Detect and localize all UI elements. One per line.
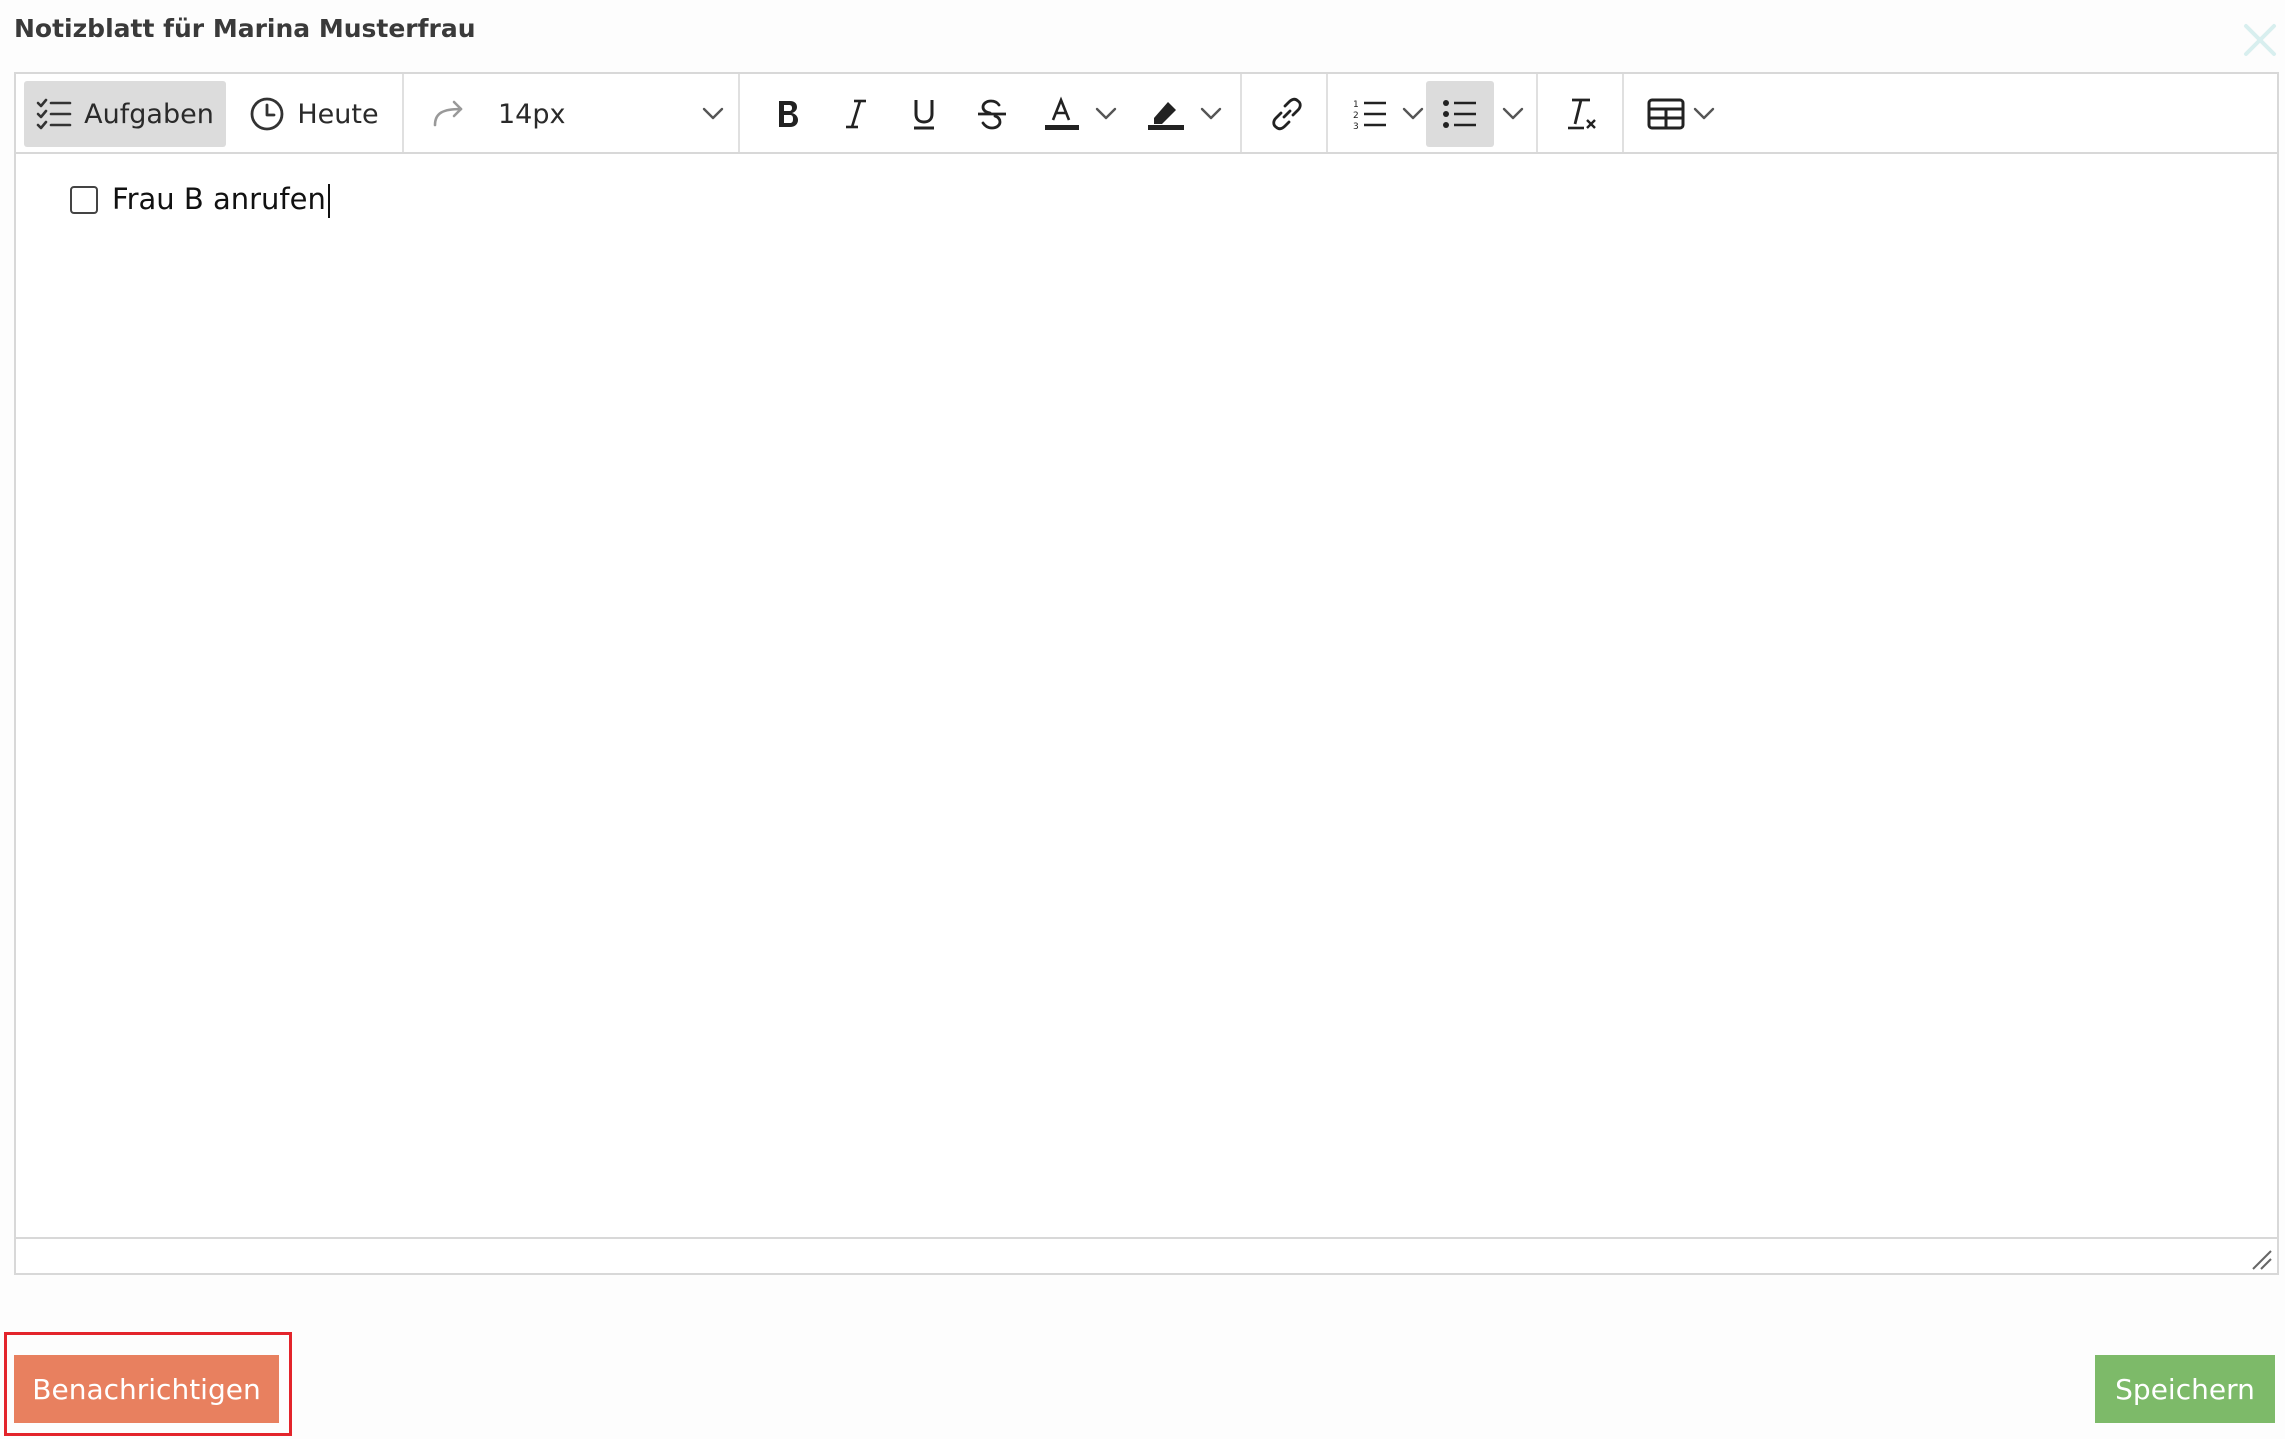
chevron-down-icon (1200, 107, 1222, 121)
chevron-down-icon (1502, 107, 1524, 121)
checklist-icon (36, 97, 72, 131)
font-size-value: 14px (498, 98, 566, 130)
tasks-button[interactable]: Aufgaben (24, 81, 226, 147)
bold-button[interactable] (760, 81, 816, 147)
toolbar-separator (1536, 74, 1538, 152)
highlight-color-button[interactable] (1132, 81, 1236, 147)
save-button[interactable]: Speichern (2095, 1355, 2275, 1423)
bullet-list-dropdown[interactable] (1496, 81, 1530, 147)
italic-icon (844, 98, 868, 130)
underline-button[interactable] (896, 81, 952, 147)
toolbar-separator (738, 74, 740, 152)
dialog-title: Notizblatt für Marina Musterfrau (14, 14, 476, 43)
toolbar-separator (402, 74, 404, 152)
toolbar-separator (1240, 74, 1242, 152)
text-color-button[interactable] (1030, 81, 1130, 147)
today-button-label: Heute (297, 98, 379, 130)
svg-text:3: 3 (1353, 122, 1359, 131)
redo-button[interactable] (416, 81, 482, 147)
editor-statusbar (16, 1237, 2277, 1273)
editor-content[interactable]: Frau B anrufen (16, 154, 2277, 1237)
note-dialog: Notizblatt für Marina Musterfrau Aufgabe… (0, 0, 2285, 1439)
bullet-list-icon (1442, 98, 1478, 130)
highlighter-icon (1146, 96, 1186, 132)
table-button[interactable] (1636, 81, 1726, 147)
close-icon[interactable] (2240, 20, 2280, 60)
bullet-list-button[interactable] (1426, 81, 1494, 147)
strikethrough-button[interactable] (964, 81, 1020, 147)
text-caret (327, 184, 330, 218)
table-icon (1647, 98, 1685, 130)
clear-formatting-icon (1566, 96, 1600, 132)
strikethrough-icon (976, 98, 1008, 130)
chevron-down-icon (702, 107, 724, 121)
toolbar-separator (1622, 74, 1624, 152)
today-button[interactable]: Heute (234, 81, 394, 147)
task-text[interactable]: Frau B anrufen (112, 182, 330, 218)
numbered-list-icon: 1 2 3 (1352, 97, 1388, 131)
numbered-list-button[interactable]: 1 2 3 (1338, 81, 1438, 147)
task-item: Frau B anrufen (70, 182, 330, 218)
link-icon (1268, 95, 1306, 133)
clear-formatting-button[interactable] (1550, 81, 1616, 147)
link-button[interactable] (1254, 81, 1320, 147)
underline-icon (910, 97, 938, 131)
chevron-down-icon (1693, 107, 1715, 121)
chevron-down-icon (1402, 107, 1424, 121)
editor-toolbar: Aufgaben Heute 14px 1 2 3 (16, 74, 2277, 154)
bold-icon (774, 98, 802, 130)
text-color-icon (1043, 96, 1081, 132)
toolbar-separator (1326, 74, 1328, 152)
svg-text:2: 2 (1353, 111, 1359, 121)
italic-button[interactable] (828, 81, 884, 147)
tasks-button-label: Aufgaben (84, 98, 214, 130)
notify-button[interactable]: Benachrichtigen (14, 1355, 279, 1423)
clock-icon (249, 96, 285, 132)
task-checkbox[interactable] (70, 186, 98, 214)
resize-handle-icon[interactable] (2249, 1247, 2273, 1271)
redo-icon (431, 99, 467, 129)
chevron-down-icon (1095, 107, 1117, 121)
rich-text-editor: Aufgaben Heute 14px 1 2 3 Frau B anrufen (14, 72, 2279, 1275)
font-size-select[interactable]: 14px (486, 81, 736, 147)
svg-text:1: 1 (1353, 100, 1359, 110)
